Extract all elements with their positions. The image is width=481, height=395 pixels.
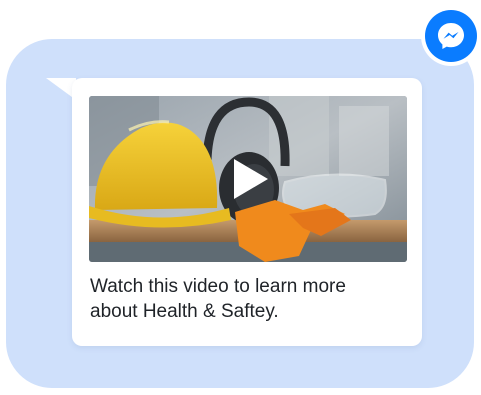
messenger-badge bbox=[421, 6, 481, 66]
caption-line-2: about Health & Saftey. bbox=[90, 301, 279, 322]
messenger-promo-graphic: Watch this video to learn more about Hea… bbox=[0, 0, 481, 395]
message-card: Watch this video to learn more about Hea… bbox=[72, 78, 422, 346]
video-thumbnail[interactable] bbox=[89, 96, 407, 262]
messenger-icon bbox=[425, 10, 477, 62]
play-icon[interactable] bbox=[222, 153, 274, 205]
caption-line-1: Watch this video to learn more bbox=[90, 276, 346, 297]
message-text: Watch this video to learn more about Hea… bbox=[90, 274, 410, 324]
